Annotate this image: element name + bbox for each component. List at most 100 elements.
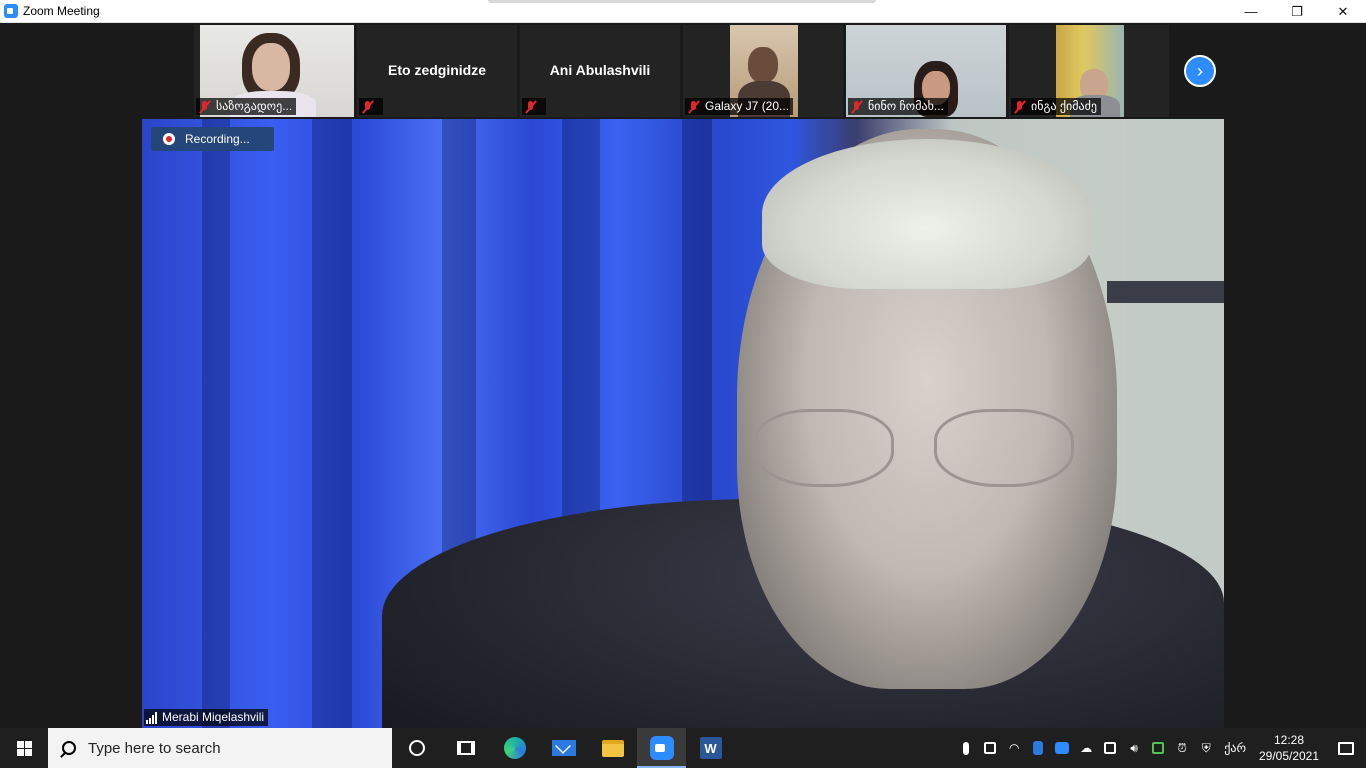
mic-muted-icon bbox=[524, 100, 538, 114]
volume-icon: 🔊︎ bbox=[1130, 740, 1138, 755]
participant-tile[interactable]: ინგა ქიმაძე bbox=[1009, 25, 1169, 117]
zoom-app-icon bbox=[4, 4, 18, 18]
gallery-strip: საზოგადოე... Eto zedginidze Ani Abulashv… bbox=[194, 25, 1170, 117]
participant-tile[interactable]: ნინო ჩომახ... bbox=[846, 25, 1006, 117]
taskbar-search[interactable] bbox=[48, 728, 392, 768]
bluetooth-tray[interactable] bbox=[1026, 728, 1050, 768]
active-speaker-video[interactable]: Recording... Merabi Miqelashvili bbox=[142, 119, 1224, 728]
edge-button[interactable] bbox=[490, 728, 539, 768]
participant-name: ინგა ქიმაძე bbox=[1031, 99, 1097, 113]
participant-label: Galaxy J7 (20... bbox=[685, 98, 794, 115]
participant-label bbox=[522, 98, 546, 115]
participant-face bbox=[252, 43, 290, 91]
app-tray-green[interactable] bbox=[1146, 728, 1170, 768]
signal-strength-icon bbox=[146, 711, 157, 724]
mic-muted-icon bbox=[687, 100, 701, 114]
task-view-icon bbox=[456, 741, 475, 755]
mail-button[interactable] bbox=[539, 728, 588, 768]
word-button[interactable]: W bbox=[686, 728, 735, 768]
zoom-tray[interactable] bbox=[1050, 728, 1074, 768]
speaker-name: Merabi Miqelashvili bbox=[162, 710, 265, 724]
mic-muted-icon bbox=[361, 100, 375, 114]
close-button[interactable]: ✕ bbox=[1320, 0, 1366, 23]
title-bar: Zoom Meeting — ❐ ✕ bbox=[0, 0, 1366, 23]
start-button[interactable] bbox=[0, 728, 48, 768]
participant-name: საზოგადოე... bbox=[216, 99, 293, 113]
participant-label: ინგა ქიმაძე bbox=[1011, 98, 1101, 115]
battery-tray[interactable] bbox=[978, 728, 1002, 768]
chevron-right-icon: › bbox=[1197, 60, 1203, 81]
glasses-lens bbox=[934, 409, 1074, 487]
glasses-lens bbox=[754, 409, 894, 487]
teams-icon bbox=[1104, 742, 1117, 754]
bluetooth-icon bbox=[1033, 741, 1044, 755]
clock[interactable]: 12:28 29/05/2021 bbox=[1252, 732, 1326, 764]
next-page-button[interactable]: › bbox=[1184, 55, 1216, 87]
shield-icon: ⛨ bbox=[1201, 740, 1211, 755]
zoom-tray-icon bbox=[1055, 742, 1070, 754]
hidden-toolbar-tab[interactable] bbox=[488, 0, 876, 3]
search-input[interactable] bbox=[88, 739, 368, 757]
alarm-tray[interactable]: ⏰︎ bbox=[1170, 728, 1194, 768]
search-icon bbox=[62, 741, 76, 755]
recording-indicator[interactable]: Recording... bbox=[151, 127, 274, 151]
edge-icon bbox=[503, 737, 526, 759]
clock-time: 12:28 bbox=[1273, 733, 1305, 747]
participant-label bbox=[359, 98, 383, 115]
cloud-icon: ☁ bbox=[1080, 741, 1093, 755]
onedrive-tray[interactable]: ☁ bbox=[1074, 728, 1098, 768]
windows-logo-icon bbox=[16, 740, 32, 756]
participant-tile[interactable]: Galaxy J7 (20... bbox=[683, 25, 843, 117]
participant-name: Galaxy J7 (20... bbox=[705, 99, 790, 113]
recording-icon bbox=[163, 133, 175, 145]
window-controls: — ❐ ✕ bbox=[1228, 0, 1366, 23]
participant-tile[interactable]: Ani Abulashvili bbox=[520, 25, 680, 117]
cortana-icon bbox=[408, 740, 425, 756]
participant-head bbox=[748, 47, 778, 83]
mic-muted-icon bbox=[850, 100, 864, 114]
system-tray: ◠ ☁ 🔊︎ ⏰︎ ⛨ ქარ 12:28 29/05/2021 bbox=[954, 728, 1366, 768]
speaker-label: Merabi Miqelashvili bbox=[144, 709, 269, 726]
notification-icon bbox=[1338, 741, 1354, 755]
participant-tile[interactable]: Eto zedginidze bbox=[357, 25, 517, 117]
participant-label: საზოგადოე... bbox=[196, 98, 297, 115]
file-explorer-button[interactable] bbox=[588, 728, 637, 768]
language-indicator[interactable]: ქარ bbox=[1218, 741, 1252, 755]
zoom-icon bbox=[649, 736, 674, 760]
security-tray[interactable]: ⛨ bbox=[1194, 728, 1218, 768]
window-title: Zoom Meeting bbox=[23, 4, 100, 18]
wall-shelf bbox=[1107, 281, 1224, 303]
action-center-button[interactable] bbox=[1326, 728, 1366, 768]
recording-label: Recording... bbox=[185, 132, 250, 146]
participant-tile[interactable]: საზოგადოე... bbox=[194, 25, 354, 117]
cortana-button[interactable] bbox=[392, 728, 441, 768]
teams-tray[interactable] bbox=[1098, 728, 1122, 768]
restore-button[interactable]: ❐ bbox=[1274, 0, 1320, 23]
participant-label: ნინო ჩომახ... bbox=[848, 98, 948, 115]
microphone-tray[interactable] bbox=[954, 728, 978, 768]
wifi-tray[interactable]: ◠ bbox=[1002, 728, 1026, 768]
app-icon bbox=[1152, 742, 1165, 754]
clock-icon: ⏰︎ bbox=[1177, 740, 1187, 755]
curtain-fold bbox=[312, 119, 352, 728]
meeting-stage: საზოგადოე... Eto zedginidze Ani Abulashv… bbox=[0, 23, 1366, 728]
folder-icon bbox=[601, 739, 624, 757]
mic-muted-icon bbox=[198, 100, 212, 114]
taskbar: W ◠ ☁ 🔊︎ ⏰︎ ⛨ ქარ 12:28 29/05/2021 bbox=[0, 728, 1366, 768]
mic-muted-icon bbox=[1013, 100, 1027, 114]
clock-date: 29/05/2021 bbox=[1258, 749, 1320, 763]
curtain-fold bbox=[202, 119, 230, 728]
word-icon: W bbox=[699, 737, 722, 759]
speaker-hair bbox=[762, 139, 1092, 289]
zoom-taskbar-button[interactable] bbox=[637, 728, 686, 768]
speaker-glasses bbox=[754, 409, 1084, 499]
participant-name: Eto zedginidze bbox=[388, 62, 486, 78]
mail-icon bbox=[551, 740, 576, 756]
battery-icon bbox=[984, 742, 997, 754]
task-view-button[interactable] bbox=[441, 728, 490, 768]
minimize-button[interactable]: — bbox=[1228, 0, 1274, 23]
volume-tray[interactable]: 🔊︎ bbox=[1122, 728, 1146, 768]
participant-name: Ani Abulashvili bbox=[549, 62, 651, 78]
wifi-icon: ◠ bbox=[1008, 741, 1020, 755]
microphone-icon bbox=[963, 741, 970, 755]
